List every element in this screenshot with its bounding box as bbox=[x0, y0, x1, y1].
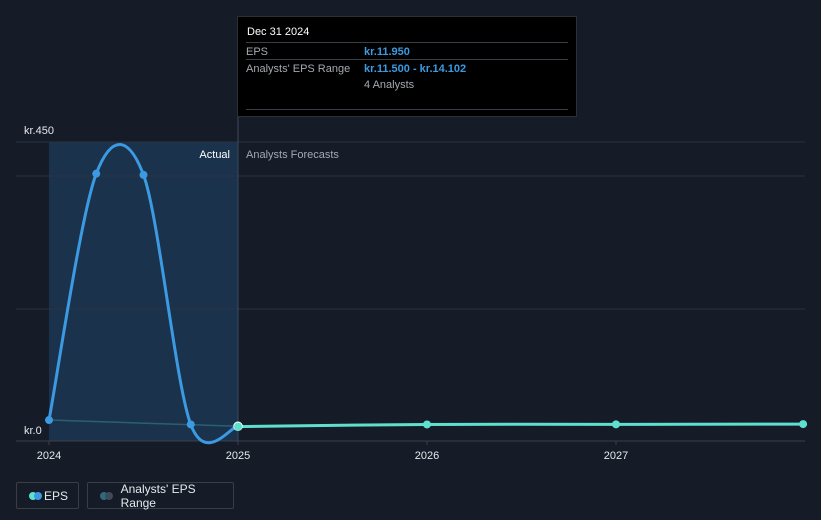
x-tick-label: 2025 bbox=[226, 450, 250, 462]
tooltip-row-eps: EPS kr.11.950 bbox=[246, 42, 568, 60]
eps-actual-point bbox=[186, 420, 195, 429]
tooltip-value: kr.11.950 bbox=[364, 46, 410, 58]
x-axis-ticks: 2024 2025 2026 2027 bbox=[37, 441, 628, 462]
tooltip-row-range: Analysts' EPS Range kr.11.500 - kr.14.10… bbox=[246, 59, 568, 77]
tooltip-date: Dec 31 2024 bbox=[247, 26, 310, 38]
eps-legend-icon bbox=[29, 491, 42, 500]
eps-tooltip: Dec 31 2024 EPS kr.11.950 Analysts' EPS … bbox=[237, 16, 577, 117]
eps-forecast-point bbox=[612, 420, 620, 429]
tooltip-row-analysts: 4 Analysts bbox=[246, 76, 568, 93]
eps-actual-point bbox=[139, 170, 148, 179]
y-axis-max-label: kr.450 bbox=[24, 125, 54, 137]
x-tick-label: 2024 bbox=[37, 450, 61, 462]
y-axis-min-label: kr.0 bbox=[24, 425, 42, 437]
x-tick-label: 2027 bbox=[604, 450, 628, 462]
legend-eps-range[interactable]: Analysts' EPS Range bbox=[87, 481, 234, 510]
eps-actual-point bbox=[45, 416, 53, 425]
eps-forecast-point bbox=[799, 420, 808, 429]
legend-range-label: Analysts' EPS Range bbox=[120, 481, 196, 510]
legend-eps-label: EPS bbox=[43, 488, 68, 503]
actual-region-label: Actual bbox=[199, 149, 230, 161]
eps-forecast-point bbox=[234, 422, 242, 431]
tooltip-value: kr.11.500 - kr.14.102 bbox=[364, 63, 467, 75]
tooltip-value: 4 Analysts bbox=[364, 79, 415, 91]
actual-region-shade bbox=[49, 142, 238, 441]
tooltip-key: Analysts' EPS Range bbox=[246, 63, 351, 75]
range-legend-icon bbox=[100, 491, 113, 500]
eps-forecast-line bbox=[236, 422, 805, 429]
eps-forecast-point bbox=[423, 420, 431, 429]
tooltip-key: EPS bbox=[246, 46, 269, 58]
x-tick-label: 2026 bbox=[415, 450, 439, 462]
eps-actual-point bbox=[92, 169, 101, 178]
forecast-region-label: Analysts Forecasts bbox=[246, 149, 339, 161]
legend-eps[interactable]: EPS bbox=[16, 482, 79, 509]
tooltip-divider bbox=[246, 109, 568, 110]
